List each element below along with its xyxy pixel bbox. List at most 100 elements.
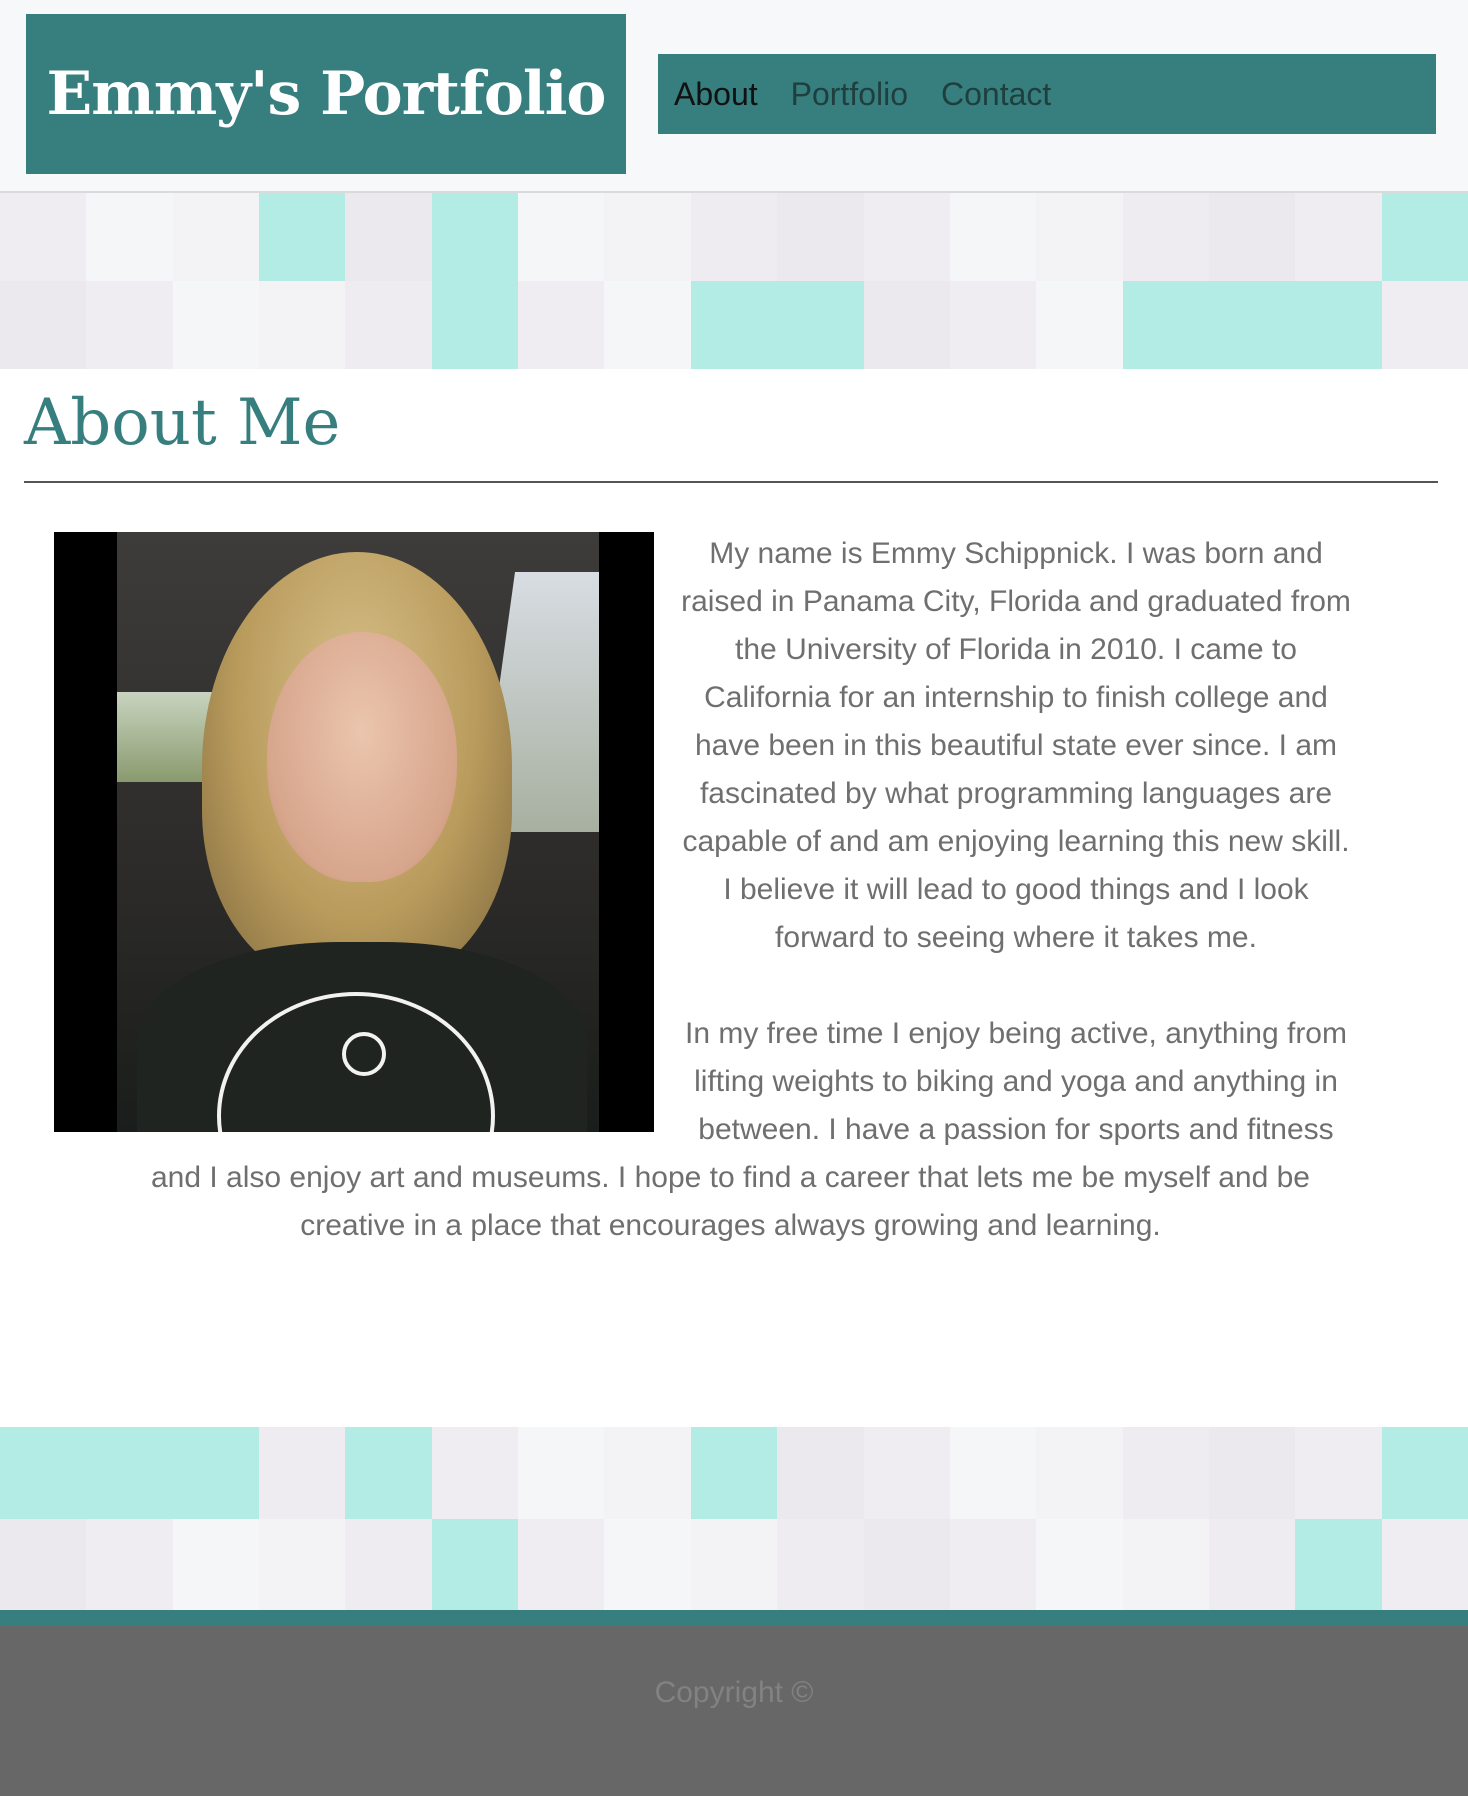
pixel-tile	[86, 281, 173, 369]
pixel-tile	[1036, 281, 1123, 369]
section-divider	[24, 481, 1438, 483]
pixel-tile	[777, 1518, 864, 1610]
pixel-tile	[86, 1518, 173, 1610]
pixel-tile	[690, 1518, 778, 1610]
pixel-tile	[0, 1427, 87, 1519]
nav-link-portfolio[interactable]: Portfolio	[791, 76, 908, 113]
pixel-tile	[949, 1427, 1037, 1519]
pixel-tile	[345, 281, 432, 369]
about-text-line: raised in Panama City, Florida and gradu…	[681, 585, 1351, 618]
pixel-tile	[604, 281, 691, 369]
pixel-tile	[949, 281, 1037, 369]
photo-shirt-emblem	[342, 1032, 386, 1076]
pixel-tile	[863, 1518, 950, 1610]
pixel-tile	[259, 1427, 346, 1519]
pixel-tile	[259, 193, 346, 281]
pixel-banner-pattern	[0, 1427, 1468, 1610]
pixel-tile	[259, 1518, 346, 1610]
site-footer: Copyright ©	[0, 1626, 1468, 1796]
about-text-line: In my free time I enjoy being active, an…	[685, 1017, 1347, 1050]
pixel-tile	[1208, 1518, 1296, 1610]
pixel-tile	[863, 193, 950, 281]
about-text-line: creative in a place that encourages alwa…	[300, 1209, 1161, 1242]
main-nav: About Portfolio Contact	[658, 54, 1436, 134]
pixel-tile	[777, 1427, 864, 1519]
pixel-tile	[1036, 193, 1123, 281]
pixel-tile	[949, 193, 1037, 281]
pixel-tile	[345, 1518, 432, 1610]
pixel-banner-bottom	[0, 1427, 1468, 1610]
pixel-tile	[1295, 1427, 1382, 1519]
pixel-tile	[431, 1518, 519, 1610]
pixel-tile	[1381, 1427, 1468, 1519]
pixel-tile	[777, 193, 864, 281]
about-text-line: capable of and am enjoying learning this…	[682, 825, 1350, 858]
pixel-tile	[345, 1427, 432, 1519]
pixel-tile	[604, 1518, 691, 1610]
brand-block: Emmy's Portfolio	[26, 14, 626, 174]
pixel-tile	[431, 193, 519, 281]
pixel-tile	[1381, 1518, 1468, 1610]
pixel-tile	[518, 1518, 605, 1610]
pixel-tile	[1208, 193, 1296, 281]
about-text-line: fascinated by what programming languages…	[699, 777, 1333, 810]
pixel-tile	[518, 193, 605, 281]
pixel-tile	[1295, 281, 1382, 369]
pixel-tile	[863, 281, 950, 369]
about-text-line: My name is Emmy Schippnick. I was born a…	[709, 537, 1323, 570]
about-text-line: I believe it will lead to good things an…	[723, 873, 1309, 906]
pixel-tile	[1381, 281, 1468, 369]
pixel-tile	[949, 1518, 1037, 1610]
copyright-text: Copyright ©	[654, 1676, 814, 1709]
profile-photo	[54, 532, 654, 1132]
about-text-line: the University of Florida in 2010. I cam…	[735, 633, 1297, 666]
pixel-tile	[1295, 1518, 1382, 1610]
pixel-banner-pattern	[0, 193, 1468, 369]
pixel-tile	[259, 281, 346, 369]
pixel-tile	[1122, 1518, 1209, 1610]
nav-link-contact[interactable]: Contact	[941, 76, 1051, 113]
pixel-tile	[863, 1427, 950, 1519]
pixel-tile	[431, 281, 519, 369]
pixel-tile	[0, 281, 87, 369]
nav-link-about[interactable]: About	[674, 76, 758, 113]
pixel-tile	[1036, 1518, 1123, 1610]
pixel-tile	[1381, 193, 1468, 281]
about-text-line: California for an internship to finish c…	[704, 681, 1328, 714]
pixel-tile	[777, 281, 864, 369]
pixel-tile	[690, 193, 778, 281]
about-text-line: lifting weights to biking and yoga and a…	[694, 1065, 1338, 1098]
photo-face	[267, 632, 457, 882]
photo-content	[117, 532, 599, 1132]
pixel-tile	[1122, 1427, 1209, 1519]
pixel-tile	[604, 193, 691, 281]
footer-accent-stripe	[0, 1610, 1468, 1626]
site-title: Emmy's Portfolio	[46, 59, 607, 129]
site-header: Emmy's Portfolio About Portfolio Contact	[0, 0, 1468, 193]
pixel-tile	[690, 281, 778, 369]
pixel-tile	[690, 1427, 778, 1519]
pixel-tile	[431, 1427, 519, 1519]
pixel-tile	[1208, 281, 1296, 369]
pixel-tile	[172, 281, 260, 369]
pixel-tile	[1122, 281, 1209, 369]
pixel-tile	[86, 193, 173, 281]
pixel-tile	[86, 1427, 173, 1519]
about-text-line: forward to seeing where it takes me.	[775, 921, 1257, 954]
pixel-tile	[172, 1427, 260, 1519]
pixel-tile	[1295, 193, 1382, 281]
pixel-tile	[518, 1427, 605, 1519]
about-text-line: have been in this beautiful state ever s…	[694, 729, 1338, 762]
pixel-tile	[1208, 1427, 1296, 1519]
pixel-tile	[1036, 1427, 1123, 1519]
about-text-line: and I also enjoy art and museums. I hope…	[151, 1161, 1310, 1194]
pixel-tile	[1122, 193, 1209, 281]
pixel-tile	[172, 193, 260, 281]
section-title: About Me	[24, 386, 341, 460]
about-text-line: between. I have a passion for sports and…	[698, 1113, 1334, 1146]
pixel-tile	[518, 281, 605, 369]
pixel-tile	[0, 1518, 87, 1610]
pixel-tile	[0, 193, 87, 281]
pixel-banner-top	[0, 193, 1468, 369]
pixel-tile	[604, 1427, 691, 1519]
